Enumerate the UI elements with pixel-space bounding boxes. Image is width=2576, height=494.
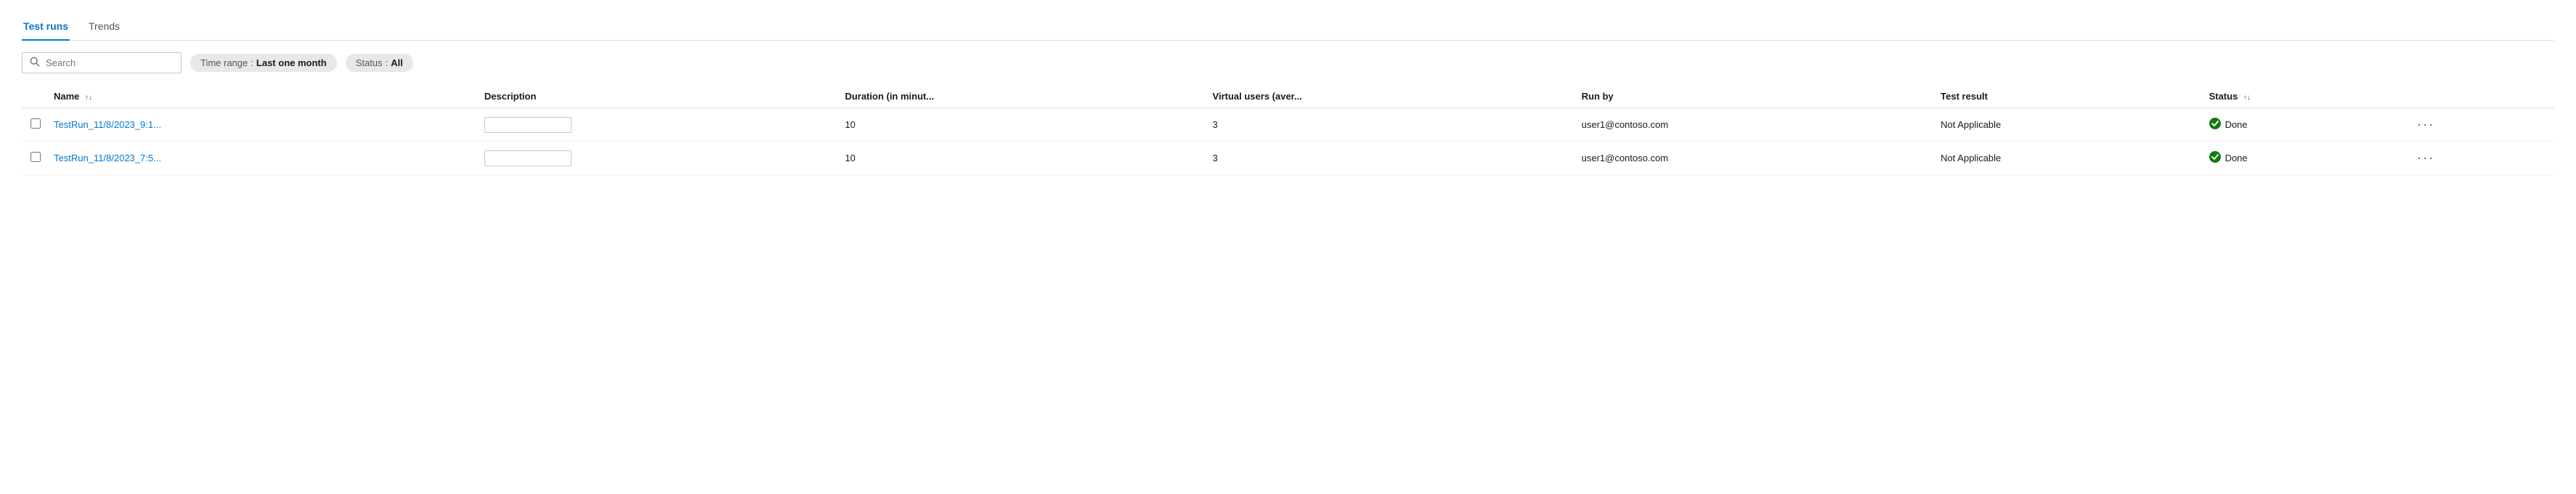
row-description-input[interactable] <box>484 117 572 133</box>
row-run-by: user1@contoso.com <box>1573 108 1933 142</box>
row-actions-cell: ··· <box>2404 142 2554 175</box>
col-header-checkbox <box>22 85 45 108</box>
done-icon <box>2209 118 2221 132</box>
col-header-actions <box>2404 85 2554 108</box>
col-header-virtual-users: Virtual users (aver... <box>1204 85 1573 108</box>
row-run-by: user1@contoso.com <box>1573 142 1933 175</box>
tab-bar: Test runs Trends <box>22 15 2554 41</box>
search-input[interactable] <box>46 57 174 68</box>
test-runs-table: Name ↑↓ Description Duration (in minut..… <box>22 85 2554 175</box>
time-range-separator: : <box>251 57 253 68</box>
status-filter[interactable]: Status : All <box>346 54 413 72</box>
toolbar: Time range : Last one month Status : All <box>22 52 2554 73</box>
row-description <box>476 108 837 142</box>
row-checkbox[interactable] <box>31 152 41 162</box>
status-label: Status <box>356 57 383 68</box>
search-box <box>22 52 182 73</box>
done-icon <box>2209 151 2221 166</box>
table-header-row: Name ↑↓ Description Duration (in minut..… <box>22 85 2554 108</box>
row-checkbox[interactable] <box>31 118 41 129</box>
table-row: TestRun_11/8/2023_7:5... 10 3 user1@cont… <box>22 142 2554 175</box>
row-duration: 10 <box>836 108 1203 142</box>
col-header-test-result: Test result <box>1932 85 2200 108</box>
status-text: Done <box>2225 119 2248 130</box>
time-range-filter[interactable]: Time range : Last one month <box>190 54 337 72</box>
col-header-name[interactable]: Name ↑↓ <box>45 85 476 108</box>
row-duration: 10 <box>836 142 1203 175</box>
row-name-link[interactable]: TestRun_11/8/2023_7:5... <box>54 153 161 163</box>
col-header-description: Description <box>476 85 837 108</box>
row-name-link[interactable]: TestRun_11/8/2023_9:1... <box>54 119 161 130</box>
sort-name-icon: ↑↓ <box>85 94 92 102</box>
row-checkbox-cell <box>22 108 45 142</box>
time-range-value: Last one month <box>256 57 327 68</box>
row-status: Done <box>2201 108 2405 142</box>
more-actions-button[interactable]: ··· <box>2413 116 2439 134</box>
row-name: TestRun_11/8/2023_9:1... <box>45 108 476 142</box>
row-test-result: Not Applicable <box>1932 108 2200 142</box>
row-description <box>476 142 837 175</box>
search-icon <box>30 57 40 69</box>
status-value: All <box>391 57 403 68</box>
row-virtual-users: 3 <box>1204 142 1573 175</box>
time-range-label: Time range <box>200 57 248 68</box>
tab-test-runs[interactable]: Test runs <box>22 15 70 41</box>
col-header-duration: Duration (in minut... <box>836 85 1203 108</box>
row-name: TestRun_11/8/2023_7:5... <box>45 142 476 175</box>
row-checkbox-cell <box>22 142 45 175</box>
row-virtual-users: 3 <box>1204 108 1573 142</box>
status-text: Done <box>2225 153 2248 163</box>
row-status: Done <box>2201 142 2405 175</box>
tab-trends[interactable]: Trends <box>87 15 121 41</box>
row-actions-cell: ··· <box>2404 108 2554 142</box>
more-actions-button[interactable]: ··· <box>2413 149 2439 167</box>
sort-status-icon: ↑↓ <box>2243 94 2251 102</box>
col-header-status[interactable]: Status ↑↓ <box>2201 85 2405 108</box>
row-description-input[interactable] <box>484 150 572 166</box>
col-header-run-by: Run by <box>1573 85 1933 108</box>
row-test-result: Not Applicable <box>1932 142 2200 175</box>
status-separator: : <box>386 57 389 68</box>
table-row: TestRun_11/8/2023_9:1... 10 3 user1@cont… <box>22 108 2554 142</box>
